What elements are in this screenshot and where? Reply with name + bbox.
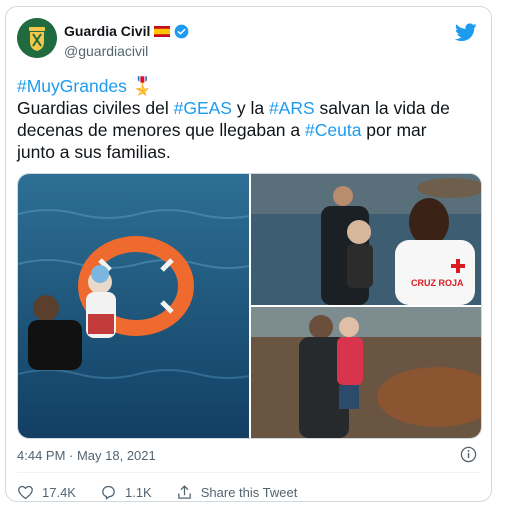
tweet-text-segment: Guardias civiles del <box>17 98 174 118</box>
hashtag-link[interactable]: #ARS <box>269 98 315 118</box>
tweet-text-segment: por mar <box>361 120 427 140</box>
tweet-timestamp[interactable]: 4:44 PM · May 18, 2021 <box>17 448 156 463</box>
tweet-text-line: junto a sus familias. <box>17 141 482 163</box>
share-button[interactable]: Share this Tweet <box>176 484 298 501</box>
reply-count: 1.1K <box>124 485 152 500</box>
tweet-text-segment: salvan la vida de <box>314 98 450 118</box>
tweet-text-segment: 🎖️ <box>126 76 154 96</box>
divider <box>17 472 480 473</box>
photo-agent-carrying-child[interactable] <box>251 307 481 438</box>
like-button[interactable]: 17.4K <box>17 484 76 501</box>
display-name[interactable]: Guardia Civil <box>64 23 189 39</box>
avatar[interactable] <box>17 18 57 58</box>
tweet-text-segment: junto a sus familias. <box>17 142 171 162</box>
user-handle[interactable]: @guardiacivil <box>64 43 148 59</box>
share-upload-icon <box>177 485 191 499</box>
reply-button[interactable]: 1.1K <box>100 484 152 501</box>
like-count: 17.4K <box>42 485 76 500</box>
spain-flag-icon <box>154 25 171 37</box>
hashtag-link[interactable]: #MuyGrandes <box>17 76 127 96</box>
tweet-card[interactable]: Guardia Civil @guardiacivil #MuyGrandes … <box>5 6 492 502</box>
twitter-bird-icon[interactable] <box>455 23 477 42</box>
tweet-text: #MuyGrandes 🎖️ Guardias civiles del #GEAS… <box>17 75 482 163</box>
verified-badge-icon <box>174 24 189 38</box>
tweet-text-segment: y la <box>231 98 269 118</box>
share-label: Share this Tweet <box>200 485 298 500</box>
info-icon[interactable] <box>460 446 477 463</box>
photo-rescue-lifebuoy[interactable] <box>18 174 249 438</box>
tweet-actions: 17.4K 1.1K Share this Tweet <box>17 484 321 501</box>
tweet-text-line: Guardias civiles del #GEAS y la #ARS sal… <box>17 97 482 119</box>
display-name-text[interactable]: Guardia Civil <box>64 23 150 39</box>
tweet-text-line: #MuyGrandes 🎖️ <box>17 75 482 97</box>
tweet-media-grid[interactable]: CRUZ ROJA <box>17 173 482 439</box>
hashtag-link[interactable]: #GEAS <box>174 98 232 118</box>
hashtag-link[interactable]: #Ceuta <box>305 120 361 140</box>
tweet-text-segment: decenas de menores que llegaban a <box>17 120 305 140</box>
red-cross-overlay-text: CRUZ ROJA <box>411 278 464 288</box>
reply-bubble-icon <box>102 485 115 500</box>
photo-shore-red-cross[interactable]: CRUZ ROJA <box>251 174 481 305</box>
tweet-text-line: decenas de menores que llegaban a #Ceuta… <box>17 119 482 141</box>
heart-icon <box>18 485 33 500</box>
guardia-civil-emblem-icon <box>17 18 57 58</box>
